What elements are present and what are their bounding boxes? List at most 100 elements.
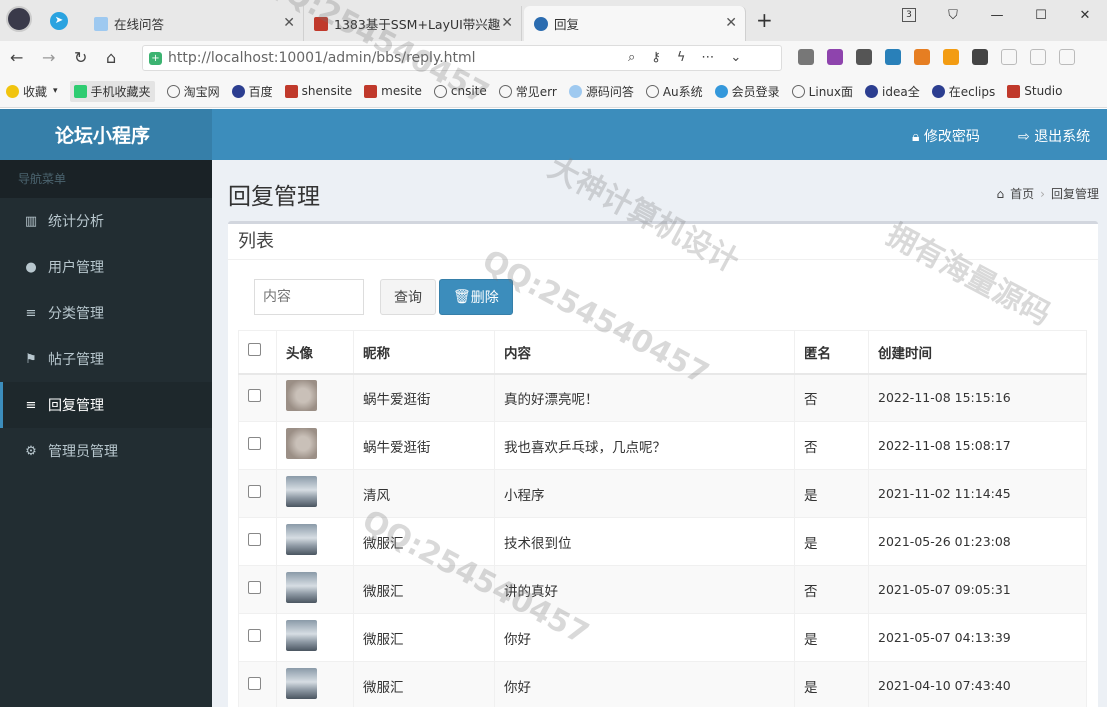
menu-icon[interactable] [1059,49,1075,65]
bookmark-item[interactable]: 在eclips [931,83,995,100]
minimize-icon[interactable]: — [975,0,1019,30]
scissors-icon[interactable] [856,49,872,65]
browser-tabbar: ➤ 在线问答 ✕ 1383基于SSM+LayUI带兴趣 ✕ 回复 ✕ + 3 ⛉… [0,0,1107,41]
sidebar-item-admins[interactable]: ⚙ 管理员管理 [0,428,212,474]
page-title: 回复管理 [228,184,320,210]
back-icon[interactable]: ← [10,48,23,67]
sidebar-item-statistics[interactable]: ▥ 统计分析 [0,198,212,244]
close-window-icon[interactable]: ✕ [1063,0,1107,30]
created-cell: 2021-05-26 01:23:08 [868,517,1087,566]
content-cell: 你好 [494,613,795,662]
search-ext-icon[interactable] [885,49,901,65]
browser-tab-active[interactable]: 回复 ✕ [524,6,746,41]
apps-icon[interactable] [972,49,988,65]
bookmark-item[interactable]: Studio [1007,84,1062,98]
row-select-cell [238,613,277,662]
col-anonymous: 匿名 [794,330,869,375]
nickname-cell: 微服汇 [353,613,495,662]
query-button[interactable]: 查询 [380,279,436,315]
close-tab-icon[interactable]: ✕ [283,15,295,31]
key-icon[interactable]: ⚷ [651,50,661,65]
reload-icon[interactable]: ↻ [74,48,87,67]
row-checkbox[interactable] [248,389,261,403]
row-checkbox[interactable] [248,485,261,498]
row-checkbox[interactable] [248,437,261,450]
delete-button[interactable]: 🗑︎ 删除 [439,279,513,315]
paw-icon [931,84,945,98]
telegram-icon[interactable]: ➤ [50,12,68,30]
table-row: 微服汇 讲的真好否 2021-05-07 09:05:31 [238,565,1087,614]
browser-tab-1[interactable]: 在线问答 ✕ [84,6,304,41]
new-tab-button[interactable]: + [756,8,773,32]
bookmark-item[interactable]: 百度 [231,83,273,100]
zoom-icon[interactable]: ⌕ [628,50,635,65]
more-icon[interactable]: ⋯ [701,50,714,65]
bookmark-item[interactable]: 会员登录 [714,83,780,100]
sidebar-item-users[interactable]: ● 用户管理 [0,244,212,290]
row-checkbox[interactable] [248,629,261,642]
created-cell: 2021-05-07 09:05:31 [868,565,1087,614]
breadcrumb-home[interactable]: 首页 [1010,185,1034,202]
avatar [286,524,317,555]
phone-icon [73,84,87,98]
avatar-cell [276,613,354,662]
sidebar-item-replies[interactable]: ≡ 回复管理 [0,382,212,428]
row-checkbox[interactable] [248,677,261,690]
forward-icon[interactable]: → [42,48,55,67]
avatar-cell [276,661,354,707]
close-tab-icon[interactable]: ✕ [725,15,737,31]
row-select-cell [238,661,277,707]
tab-count-badge[interactable]: 3 [887,0,931,30]
bookmark-item[interactable]: 淘宝网 [166,83,220,100]
close-tab-icon[interactable]: ✕ [501,15,513,31]
maximize-icon[interactable]: ☐ [1019,0,1063,30]
table-row: 微服汇 你好是 2021-04-10 07:43:40 [238,661,1087,707]
content-search-input[interactable] [254,279,364,315]
change-password-link[interactable]: 🔒︎ 修改密码 [912,126,980,146]
bookmark-item[interactable]: 手机收藏夹 [69,80,155,102]
download-icon[interactable] [1001,49,1017,65]
bookmark-item[interactable]: 常见err [498,83,557,100]
row-select-cell [238,517,277,566]
shield-icon[interactable] [943,49,959,65]
studio-icon [1007,84,1021,98]
app-logo[interactable]: 论坛小程序 [0,109,212,160]
bookmark-item[interactable]: 收藏 ▾ [6,83,58,100]
nickname-cell: 蜗牛爱逛街 [353,421,495,470]
globe-icon [166,84,180,98]
red-favicon-icon [314,16,328,31]
translate-icon[interactable] [827,49,843,65]
avatar-cell [276,421,354,470]
content-cell: 技术很到位 [494,517,795,566]
profile-avatar[interactable] [6,6,32,32]
bookmark-item[interactable]: 源码问答 [568,83,634,100]
shirt-icon[interactable]: ⛉ [931,0,975,30]
game-icon[interactable] [914,49,930,65]
bookmark-item[interactable]: Au系统 [645,83,703,100]
bookmark-item[interactable]: cnsite [433,84,487,98]
bookmark-item[interactable]: idea全 [865,83,920,100]
dropdown-icon[interactable]: ⌄ [730,50,741,65]
logout-link[interactable]: ⇨ 退出系统 [1018,126,1090,146]
select-all-checkbox[interactable] [248,343,261,357]
browser-tab-2[interactable]: 1383基于SSM+LayUI带兴趣 ✕ [304,6,522,41]
nickname-cell: 蜗牛爱逛街 [353,373,495,422]
col-nickname: 昵称 [353,330,495,375]
menu-header: 导航菜单 [0,160,212,198]
bookmark-item[interactable]: shensite [284,84,352,98]
row-select-cell [238,469,277,518]
row-checkbox[interactable] [248,533,261,546]
table-row: 微服汇 技术很到位是 2021-05-26 01:23:08 [238,517,1087,566]
bookmark-item[interactable]: Linux面 [791,83,853,100]
home-icon[interactable]: ⌂ [106,48,116,67]
content-cell: 讲的真好 [494,565,795,614]
bookmark-item[interactable]: mesite [364,84,422,98]
row-checkbox[interactable] [248,581,261,594]
reader-icon[interactable] [798,49,814,65]
undo-icon[interactable] [1030,49,1046,65]
sidebar-item-categories[interactable]: ≡ 分类管理 [0,290,212,336]
created-cell: 2021-11-02 11:14:45 [868,469,1087,518]
bolt-icon[interactable]: ϟ [677,50,686,65]
top-navbar: 🔒︎ 修改密码 ⇨ 退出系统 [212,109,1107,160]
sidebar-item-posts[interactable]: ⚑ 帖子管理 [0,336,212,382]
